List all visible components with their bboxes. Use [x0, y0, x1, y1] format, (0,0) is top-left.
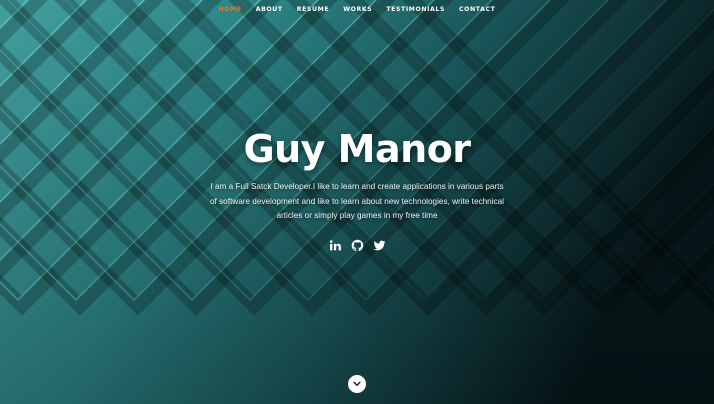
hero-description: I am a Full Satck Developer.I like to le… [209, 182, 504, 220]
twitter-icon [373, 240, 385, 251]
github-icon [351, 239, 363, 251]
github-link[interactable] [351, 239, 364, 252]
main-nav: HOME ABOUT RESUME WORKS TESTIMONIALS CON… [0, 6, 714, 14]
nav-about[interactable]: ABOUT [256, 6, 283, 14]
nav-contact[interactable]: CONTACT [459, 6, 495, 14]
linkedin-icon [329, 240, 341, 251]
nav-works[interactable]: WORKS [343, 6, 372, 14]
scroll-down-button[interactable] [348, 375, 366, 393]
hero-title: Guy Manor [243, 127, 471, 171]
nav-testimonials[interactable]: TESTIMONIALS [386, 6, 445, 14]
twitter-link[interactable] [373, 239, 386, 252]
hero-page: HOME ABOUT RESUME WORKS TESTIMONIALS CON… [0, 0, 714, 404]
chevron-down-icon [353, 381, 361, 386]
social-links [0, 239, 714, 252]
nav-resume[interactable]: RESUME [297, 6, 329, 14]
nav-home[interactable]: HOME [218, 6, 241, 14]
linkedin-link[interactable] [329, 239, 342, 252]
